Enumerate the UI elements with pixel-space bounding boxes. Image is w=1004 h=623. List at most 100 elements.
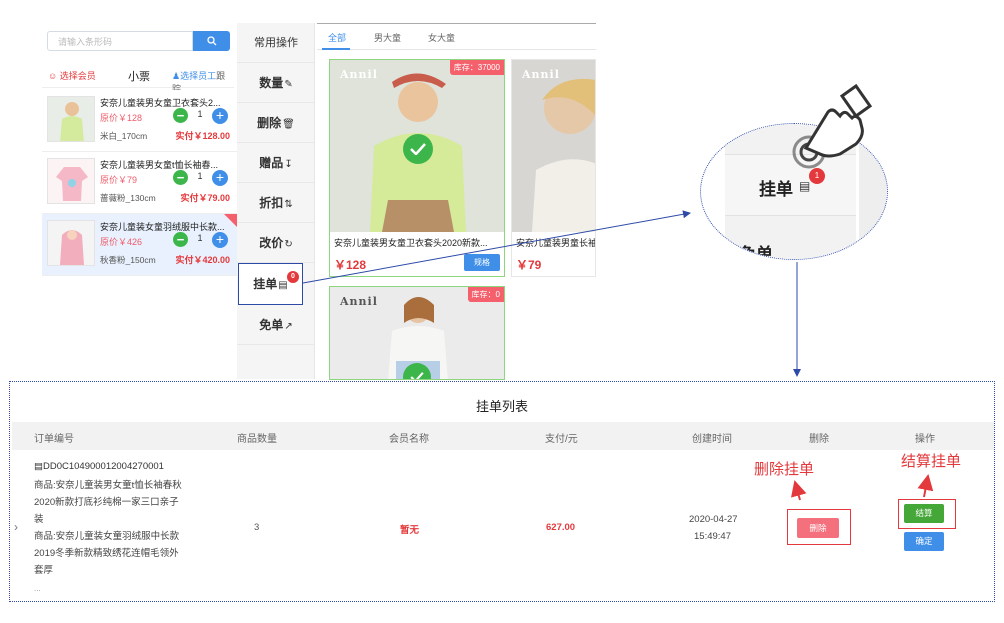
created-date: 2020-04-27: [689, 514, 738, 525]
confirm-button[interactable]: 确定: [904, 532, 944, 551]
cart-item-spec: 蔷薇粉_130cm: [100, 193, 156, 203]
goods-count: 3: [254, 522, 260, 533]
menu-gift[interactable]: 赠品↧: [237, 143, 315, 183]
col-order-id: 订单编号: [34, 434, 74, 445]
product-price: ￥128: [334, 258, 367, 272]
menu-discount-label: 折扣: [259, 196, 284, 210]
export-icon: ↗: [284, 321, 293, 332]
cart-item-price: 原价￥128: [100, 113, 143, 123]
spec-button[interactable]: 规格: [464, 254, 500, 271]
product-thumbnail: [47, 96, 95, 142]
product-image: Annil: [512, 60, 595, 232]
created-time: 15:49:47: [694, 531, 731, 542]
document-icon: ▤: [278, 280, 288, 291]
table-header: 订单编号 商品数量 会员名称 支付/元 创建时间 删除 操作: [12, 422, 994, 450]
brand-logo: Annil: [340, 68, 378, 81]
search-input[interactable]: 请输入条形码: [47, 31, 193, 51]
col-created-time: 创建时间: [692, 434, 732, 445]
menu-hold-label: 挂单: [253, 277, 278, 291]
zoom-free-label: 免单: [739, 245, 773, 260]
product-thumbnail: [47, 220, 95, 266]
expand-row-icon[interactable]: ›: [14, 520, 18, 534]
menu-gift-label: 赠品: [259, 156, 284, 170]
increase-button[interactable]: +: [212, 108, 228, 124]
product-thumbnail: [47, 158, 95, 204]
hold-order-list-panel: 挂单列表 订单编号 商品数量 会员名称 支付/元 创建时间 删除 操作 › ▤D…: [9, 381, 995, 602]
cart-item-title: 安奈儿童装男女童卫衣套头2...: [100, 98, 221, 108]
decrease-button[interactable]: −: [173, 170, 188, 185]
menu-hold-order[interactable]: 挂单▤ 0: [238, 263, 303, 305]
cart-item[interactable]: 安奈儿童装女童羽绒服中长款... 原价￥426 秋香粉_150cm − 1 + …: [42, 214, 238, 276]
tab-all[interactable]: 全部: [328, 31, 346, 44]
zoom-hold-label: 挂单: [759, 180, 793, 199]
menu-free-label: 免单: [259, 318, 284, 332]
member-name: 暂无: [400, 525, 420, 536]
refresh-icon: ↻: [284, 239, 293, 250]
stock-badge: 库存：37000: [449, 60, 504, 75]
product-name: 安奈儿童装男女童卫衣套头2020新款...: [334, 238, 488, 248]
product-card[interactable]: Annil 安奈儿童装男童长袖 ￥79: [511, 59, 596, 277]
settle-button[interactable]: 结算: [904, 504, 944, 523]
cart-item-title: 安奈儿童装女童羽绒服中长款...: [100, 222, 225, 232]
menu-change-price-label: 改价: [259, 236, 284, 250]
payment-amount: 627.00: [546, 522, 576, 533]
order-goods: 商品:安奈儿童装男女童t恤长袖春秋2020新款打底衫纯棉一家三口亲子装: [34, 480, 182, 525]
cart-item-title: 安奈儿童装男女童t恤长袖春...: [100, 160, 219, 170]
discount-icon: ⇅: [284, 199, 293, 210]
stock-badge: 库存：0: [467, 287, 504, 302]
selected-corner-mark: [224, 214, 238, 228]
receipt-title: 小票: [128, 71, 150, 83]
increase-button[interactable]: +: [212, 232, 228, 248]
menu-free-order[interactable]: 免单↗: [237, 305, 315, 345]
product-name: 安奈儿童装男童长袖: [516, 238, 596, 248]
increase-button[interactable]: +: [212, 170, 228, 186]
product-card[interactable]: Annil 库存：37000 安奈儿童装男女童卫衣套头2020新款... ￥12…: [329, 59, 505, 277]
menu-quantity[interactable]: 数量✎: [237, 63, 315, 103]
quantity-value[interactable]: 1: [192, 171, 208, 181]
download-icon: ↧: [284, 159, 293, 170]
brand-logo: Annil: [340, 295, 378, 308]
order-icon: ▤: [34, 461, 43, 472]
document-icon: ▤: [799, 179, 811, 193]
panel-title: 挂单列表: [475, 399, 528, 414]
annotation-delete-label: 删除挂单: [754, 461, 815, 478]
quantity-value[interactable]: 1: [192, 233, 208, 243]
pointing-hand-icon: [792, 83, 873, 169]
staff-icon: ♟: [172, 71, 181, 81]
order-id: ▤DD0C104900012004270001: [34, 461, 164, 472]
menu-discount[interactable]: 折扣⇅: [237, 183, 315, 223]
decrease-button[interactable]: −: [173, 108, 188, 123]
active-tab-indicator: [322, 48, 350, 50]
menu-delete[interactable]: 删除🗑: [237, 103, 315, 143]
search-button[interactable]: [193, 31, 230, 51]
edit-icon: ✎: [284, 79, 293, 90]
cart-item-spec: 米白_170cm: [100, 131, 148, 141]
decrease-button[interactable]: −: [173, 232, 188, 247]
goods-more: ...: [34, 584, 41, 593]
select-member-label: 选择会员: [59, 71, 96, 81]
tab-girls[interactable]: 女大童: [428, 31, 455, 44]
tab-boys[interactable]: 男大童: [374, 31, 401, 44]
quantity-value[interactable]: 1: [192, 109, 208, 119]
col-member-name: 会员名称: [389, 434, 429, 445]
cart-item-total: 实付￥128.00: [175, 131, 230, 141]
menu-quantity-label: 数量: [259, 76, 284, 90]
product-card[interactable]: Annil 库存：0: [329, 286, 505, 380]
cart-item[interactable]: 安奈儿童装男女童卫衣套头2... 原价￥128 米白_170cm − 1 + 实…: [42, 90, 238, 152]
cart-item-price: 原价￥79: [100, 175, 138, 185]
menu-change-price[interactable]: 改价↻: [237, 223, 315, 263]
product-price: ￥79: [516, 258, 542, 272]
check-icon: [403, 134, 433, 164]
operation-menu: 常用操作 数量✎ 删除🗑 赠品↧ 折扣⇅ 改价↻ 挂单▤ 0 免单↗: [237, 23, 315, 379]
cart-item[interactable]: 安奈儿童装男女童t恤长袖春... 原价￥79 蔷薇粉_130cm − 1 + 实…: [42, 152, 238, 214]
order-goods: 商品:安奈儿童装女童羽绒服中长款2019冬季新款精致绣花连帽毛领外套厚: [34, 531, 180, 576]
search-icon: [206, 36, 216, 46]
annotation-settle-label: 结算挂单: [901, 453, 962, 470]
brand-logo: Annil: [522, 68, 560, 81]
col-payment: 支付/元: [545, 434, 578, 445]
col-action: 操作: [915, 434, 935, 445]
menu-common-ops: 常用操作: [237, 23, 315, 63]
select-member-link[interactable]: ☺ 选择会员: [48, 69, 96, 82]
trash-icon: 🗑: [282, 119, 295, 130]
delete-button[interactable]: 删除: [797, 518, 839, 538]
